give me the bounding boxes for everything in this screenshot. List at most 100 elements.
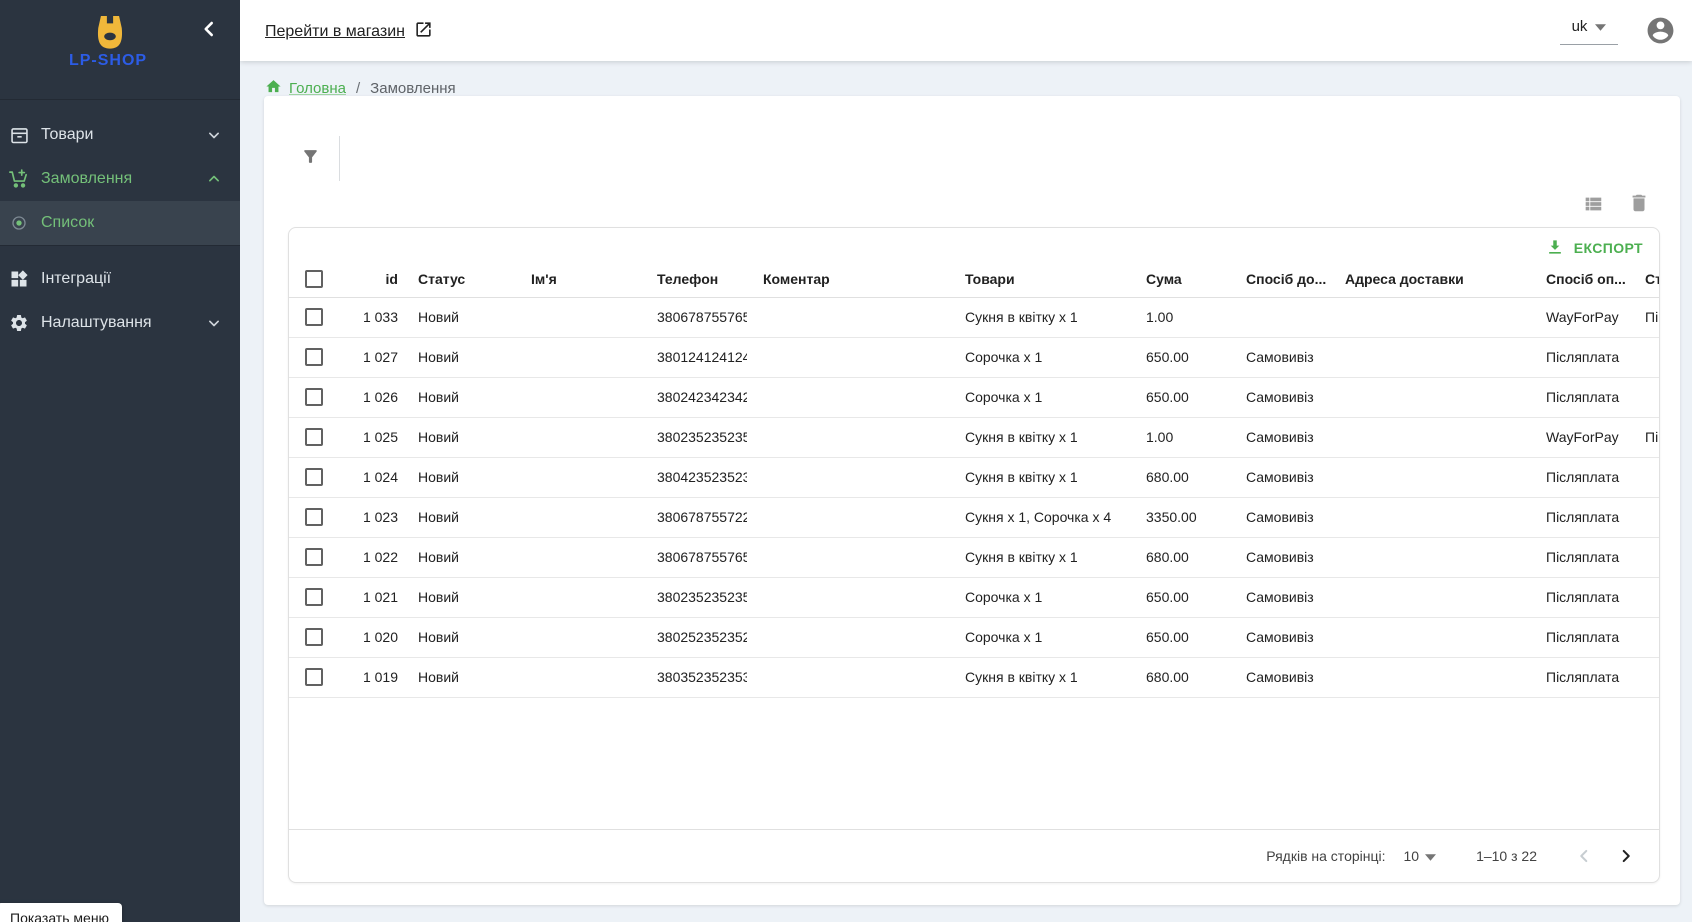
- breadcrumb: Головна / Замовлення: [265, 78, 456, 99]
- cell-address: [1329, 297, 1530, 337]
- sidebar-collapse-button[interactable]: [196, 16, 222, 42]
- sidebar-item-orders-list[interactable]: Список: [0, 201, 240, 245]
- table-row[interactable]: 1 026 Новий 380242342342 Сорочка x 1 650…: [289, 377, 1660, 417]
- cell-payment-status: [1629, 617, 1660, 657]
- column-header-phone[interactable]: Телефон: [641, 262, 747, 297]
- cell-phone: 380242342342: [641, 377, 747, 417]
- cell-name: [515, 657, 641, 697]
- row-checkbox[interactable]: [305, 348, 323, 366]
- table-header-row: id Статус Ім'я Телефон Коментар Товари С…: [289, 262, 1660, 297]
- cell-payment: Післяплата: [1530, 377, 1629, 417]
- cell-status: Новий: [402, 377, 515, 417]
- gear-icon: [8, 312, 30, 334]
- export-button[interactable]: ЕКСПОРТ: [1545, 237, 1643, 260]
- cell-sum: 680.00: [1130, 657, 1230, 697]
- table-row[interactable]: 1 023 Новий 380678755722 Сукня x 1, Соро…: [289, 497, 1660, 537]
- table-row[interactable]: 1 020 Новий 380252352352 Сорочка x 1 650…: [289, 617, 1660, 657]
- cell-address: [1329, 657, 1530, 697]
- chevron-down-icon: [204, 125, 224, 145]
- row-checkbox[interactable]: [305, 468, 323, 486]
- cell-id: 1 024: [333, 457, 402, 497]
- table-row[interactable]: 1 024 Новий 380423523523 Сукня в квітку …: [289, 457, 1660, 497]
- view-list-icon[interactable]: [1582, 193, 1604, 215]
- cell-id: 1 020: [333, 617, 402, 657]
- row-checkbox[interactable]: [305, 668, 323, 686]
- cell-address: [1329, 337, 1530, 377]
- column-header-comment[interactable]: Коментар: [747, 262, 949, 297]
- cell-comment: [747, 337, 949, 377]
- cell-id: 1 023: [333, 497, 402, 537]
- column-header-payment-status[interactable]: Ст: [1629, 262, 1660, 297]
- cell-delivery: Самовивіз: [1230, 577, 1329, 617]
- cell-products: Сукня в квітку x 1: [949, 297, 1130, 337]
- row-checkbox[interactable]: [305, 588, 323, 606]
- cell-phone: 380235235235: [641, 417, 747, 457]
- cell-comment: [747, 457, 949, 497]
- breadcrumb-current: Замовлення: [370, 80, 455, 97]
- cell-sum: 1.00: [1130, 417, 1230, 457]
- cell-id: 1 025: [333, 417, 402, 457]
- row-checkbox[interactable]: [305, 388, 323, 406]
- sidebar-item-orders[interactable]: Замовлення: [0, 157, 240, 201]
- column-header-delivery[interactable]: Спосіб до...: [1230, 262, 1329, 297]
- row-checkbox[interactable]: [305, 428, 323, 446]
- breadcrumb-separator: /: [356, 80, 360, 97]
- products-box-icon: [8, 124, 30, 146]
- pagination-prev-button[interactable]: [1571, 843, 1597, 869]
- rows-per-page-label: Рядків на сторінці:: [1266, 848, 1385, 864]
- cell-delivery: Самовивіз: [1230, 337, 1329, 377]
- column-header-status[interactable]: Статус: [402, 262, 515, 297]
- language-select[interactable]: uk: [1560, 18, 1618, 45]
- cell-comment: [747, 497, 949, 537]
- pagination-next-button[interactable]: [1613, 843, 1639, 869]
- table-row[interactable]: 1 021 Новий 380235235235 Сорочка x 1 650…: [289, 577, 1660, 617]
- table-row[interactable]: 1 022 Новий 380678755765 Сукня в квітку …: [289, 537, 1660, 577]
- row-checkbox[interactable]: [305, 508, 323, 526]
- column-header-name[interactable]: Ім'я: [515, 262, 641, 297]
- show-menu-tooltip: Показать меню: [0, 903, 122, 922]
- trash-icon[interactable]: [1628, 192, 1650, 214]
- caret-down-icon: [1425, 848, 1436, 864]
- cell-name: [515, 417, 641, 457]
- cell-name: [515, 537, 641, 577]
- table-row[interactable]: 1 033 Новий 380678755765 Сукня в квітку …: [289, 297, 1660, 337]
- logo-text: LP-SHOP: [0, 52, 216, 70]
- cell-name: [515, 377, 641, 417]
- table-body: 1 033 Новий 380678755765 Сукня в квітку …: [289, 297, 1660, 697]
- cell-phone: 380252352352: [641, 617, 747, 657]
- shop-bag-logo-icon: [93, 14, 127, 57]
- breadcrumb-home-link[interactable]: Головна: [265, 78, 346, 99]
- table-row[interactable]: 1 019 Новий 380352352353 Сукня в квітку …: [289, 657, 1660, 697]
- sidebar-item-products[interactable]: Товари: [0, 113, 240, 157]
- cell-address: [1329, 417, 1530, 457]
- cell-id: 1 019: [333, 657, 402, 697]
- cell-comment: [747, 577, 949, 617]
- cell-sum: 680.00: [1130, 537, 1230, 577]
- widgets-icon: [8, 268, 30, 290]
- account-circle-icon[interactable]: [1645, 15, 1676, 46]
- table-row[interactable]: 1 027 Новий 380124124124 Сорочка x 1 650…: [289, 337, 1660, 377]
- cell-products: Сорочка x 1: [949, 337, 1130, 377]
- sidebar-item-settings[interactable]: Налаштування: [0, 301, 240, 345]
- cell-status: Новий: [402, 617, 515, 657]
- go-to-store-link[interactable]: Перейти в магазин: [265, 20, 433, 44]
- language-value: uk: [1572, 18, 1588, 35]
- sidebar-item-integrations[interactable]: Інтеграції: [0, 257, 240, 301]
- column-header-address[interactable]: Адреса доставки: [1329, 262, 1530, 297]
- select-all-checkbox[interactable]: [305, 270, 323, 288]
- column-header-payment[interactable]: Спосіб оп...: [1530, 262, 1629, 297]
- row-checkbox[interactable]: [305, 548, 323, 566]
- column-header-products[interactable]: Товари: [949, 262, 1130, 297]
- row-checkbox[interactable]: [305, 628, 323, 646]
- column-header-sum[interactable]: Сума: [1130, 262, 1230, 297]
- filter-funnel-icon[interactable]: [301, 147, 320, 166]
- column-header-id[interactable]: id: [333, 262, 402, 297]
- rows-per-page-select[interactable]: 10: [1404, 848, 1437, 864]
- go-to-store-label: Перейти в магазин: [265, 23, 405, 41]
- cell-id: 1 027: [333, 337, 402, 377]
- cell-phone: 380678755722: [641, 497, 747, 537]
- cell-address: [1329, 377, 1530, 417]
- row-checkbox[interactable]: [305, 308, 323, 326]
- table-row[interactable]: 1 025 Новий 380235235235 Сукня в квітку …: [289, 417, 1660, 457]
- cell-payment: Післяплата: [1530, 537, 1629, 577]
